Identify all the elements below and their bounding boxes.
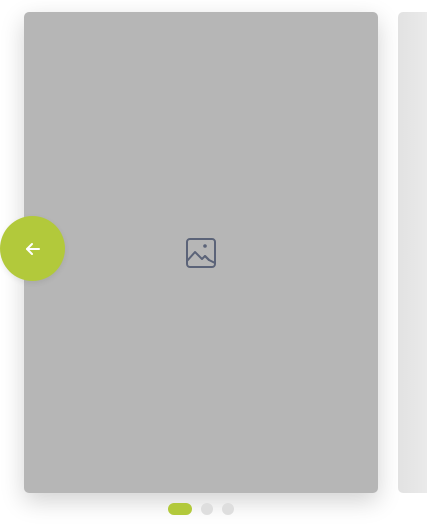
carousel-prev-button[interactable] [0, 216, 65, 281]
carousel-slide-current[interactable] [24, 12, 378, 493]
image-carousel [0, 0, 427, 531]
carousel-pagination [168, 503, 234, 515]
image-icon [186, 237, 216, 268]
arrow-left-icon [25, 242, 40, 255]
carousel-slide-next[interactable] [398, 12, 427, 493]
pagination-dot-3[interactable] [222, 503, 234, 515]
pagination-dot-1[interactable] [168, 503, 192, 515]
pagination-dot-2[interactable] [201, 503, 213, 515]
